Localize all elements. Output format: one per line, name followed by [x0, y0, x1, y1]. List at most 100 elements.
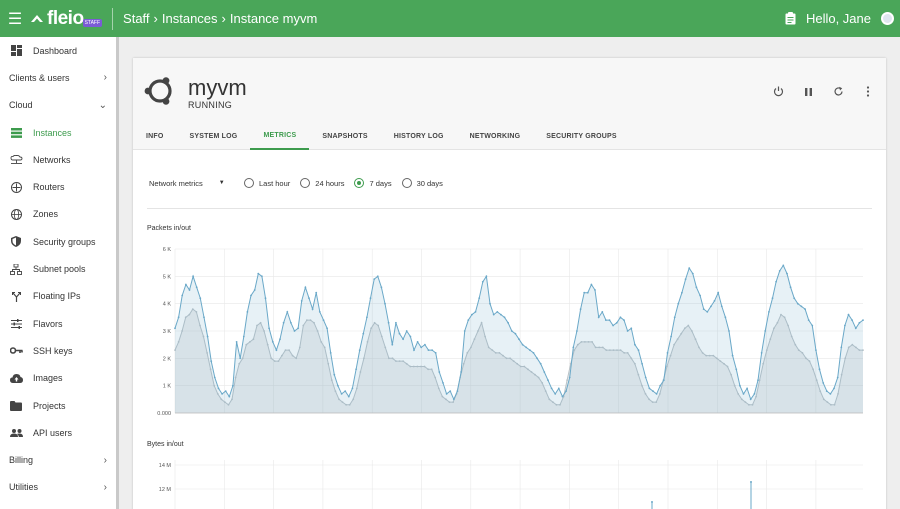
data-point[interactable]: [474, 311, 477, 313]
data-point[interactable]: [195, 286, 198, 289]
data-point[interactable]: [778, 270, 781, 272]
data-point[interactable]: [731, 354, 734, 357]
data-point[interactable]: [224, 390, 227, 392]
data-point[interactable]: [699, 294, 701, 297]
data-point[interactable]: [782, 264, 785, 267]
data-point[interactable]: [279, 338, 281, 341]
data-point[interactable]: [659, 384, 662, 387]
data-point[interactable]: [684, 278, 687, 280]
data-point[interactable]: [210, 360, 213, 362]
data-point[interactable]: [561, 395, 564, 398]
data-point[interactable]: [456, 390, 459, 392]
data-point[interactable]: [257, 272, 260, 275]
data-point[interactable]: [543, 371, 546, 373]
data-point[interactable]: [181, 294, 184, 297]
range-radio-24-hours[interactable]: 24 hours: [300, 178, 344, 188]
data-point[interactable]: [384, 302, 386, 305]
data-point[interactable]: [242, 335, 245, 338]
data-point[interactable]: [250, 294, 252, 297]
data-point[interactable]: [724, 316, 727, 319]
data-point[interactable]: [818, 368, 821, 371]
data-point[interactable]: [268, 327, 270, 330]
data-point[interactable]: [789, 286, 792, 289]
data-point[interactable]: [691, 272, 694, 275]
data-point[interactable]: [496, 311, 499, 313]
data-point[interactable]: [590, 283, 593, 286]
data-point[interactable]: [807, 319, 810, 321]
tab-metrics[interactable]: METRICS: [250, 123, 310, 150]
data-point[interactable]: [362, 332, 365, 335]
data-point[interactable]: [583, 291, 586, 294]
breadcrumb-instances[interactable]: Instances: [162, 11, 218, 26]
data-point[interactable]: [847, 313, 850, 316]
data-point[interactable]: [822, 382, 825, 384]
data-point[interactable]: [203, 316, 205, 319]
data-point[interactable]: [793, 297, 796, 300]
range-radio-7-days[interactable]: 7 days: [354, 178, 392, 188]
power-icon[interactable]: [772, 85, 784, 100]
data-point[interactable]: [351, 387, 354, 390]
data-point[interactable]: [626, 330, 629, 332]
data-point[interactable]: [677, 302, 680, 305]
data-point[interactable]: [221, 393, 223, 395]
data-point[interactable]: [825, 390, 828, 392]
data-point[interactable]: [510, 330, 513, 332]
data-point[interactable]: [804, 308, 806, 310]
data-point[interactable]: [529, 349, 531, 351]
breadcrumb-staff[interactable]: Staff: [123, 11, 150, 26]
data-point[interactable]: [547, 379, 549, 382]
data-point[interactable]: [652, 390, 654, 392]
radio-button[interactable]: [300, 178, 311, 188]
data-point[interactable]: [185, 283, 187, 286]
data-point[interactable]: [471, 313, 473, 316]
data-point[interactable]: [851, 319, 853, 321]
data-point[interactable]: [271, 341, 274, 343]
data-point[interactable]: [264, 297, 267, 300]
data-point[interactable]: [630, 327, 633, 330]
data-point[interactable]: [369, 297, 372, 300]
data-point[interactable]: [833, 387, 835, 390]
data-point[interactable]: [644, 376, 647, 379]
data-point[interactable]: [449, 390, 452, 392]
data-point[interactable]: [199, 297, 202, 300]
data-point[interactable]: [492, 313, 495, 316]
data-point[interactable]: [521, 343, 524, 346]
data-point[interactable]: [608, 319, 611, 321]
data-point[interactable]: [340, 393, 343, 395]
data-point[interactable]: [662, 379, 665, 382]
data-point[interactable]: [478, 297, 481, 300]
data-point[interactable]: [554, 393, 557, 395]
data-point[interactable]: [308, 297, 310, 300]
data-point[interactable]: [373, 278, 376, 280]
pause-icon[interactable]: [802, 85, 814, 100]
data-point[interactable]: [576, 330, 578, 332]
sidebar-item-ssh-keys[interactable]: SSH keys: [0, 337, 116, 364]
data-point[interactable]: [463, 330, 466, 332]
sidebar-item-dashboard[interactable]: Dashboard: [0, 37, 116, 64]
data-point[interactable]: [413, 349, 415, 351]
data-point[interactable]: [706, 311, 709, 313]
data-point[interactable]: [177, 316, 180, 319]
data-point[interactable]: [579, 308, 582, 310]
data-point[interactable]: [673, 316, 676, 319]
data-point[interactable]: [452, 398, 455, 401]
range-radio-30-days[interactable]: 30 days: [401, 178, 443, 188]
data-point[interactable]: [424, 343, 426, 346]
data-point[interactable]: [481, 280, 484, 283]
data-point[interactable]: [503, 316, 506, 319]
sidebar-item-networks[interactable]: Networks: [0, 146, 116, 173]
data-point[interactable]: [601, 311, 604, 313]
data-point[interactable]: [326, 327, 328, 330]
data-point[interactable]: [634, 343, 636, 346]
data-point[interactable]: [434, 352, 437, 354]
sidebar-group-clients-users[interactable]: Clients & users ›: [0, 64, 116, 91]
tab-security-groups[interactable]: SECURITY GROUPS: [533, 123, 630, 150]
data-point[interactable]: [717, 291, 720, 294]
data-point[interactable]: [702, 308, 705, 310]
data-point[interactable]: [568, 376, 571, 379]
data-point[interactable]: [290, 321, 292, 324]
data-point[interactable]: [380, 286, 383, 289]
data-point[interactable]: [735, 368, 738, 371]
data-point[interactable]: [536, 357, 538, 360]
data-point[interactable]: [416, 341, 419, 343]
